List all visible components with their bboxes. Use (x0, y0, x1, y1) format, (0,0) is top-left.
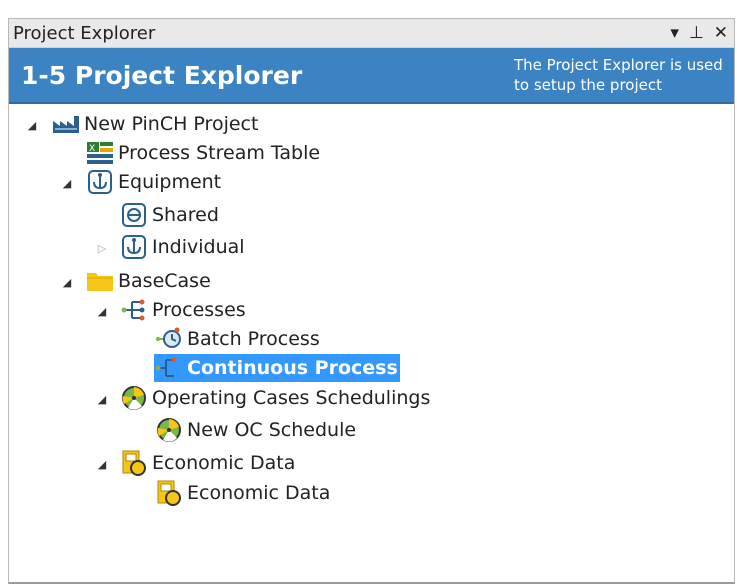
tree-item-basecase[interactable]: BaseCase (85, 266, 211, 296)
batch-process-icon (154, 325, 184, 353)
tree-item-continuous-process[interactable]: Continuous Process (154, 353, 400, 383)
tree-item-label: BaseCase (118, 270, 211, 292)
panel-title: Project Explorer (13, 22, 156, 44)
schedule-icon (154, 416, 184, 444)
tree-item-project[interactable]: New PinCH Project (51, 109, 258, 139)
collapse-toggle-equipment[interactable]: ◢ (61, 177, 73, 190)
panel-controls: ▾ ⊥ ✕ (670, 24, 734, 42)
continuous-process-icon (154, 354, 184, 382)
dropdown-icon[interactable]: ▾ (670, 24, 679, 42)
section-banner: 1-5 Project Explorer The Project Explore… (9, 48, 734, 104)
tree-item-equipment[interactable]: Equipment (85, 167, 221, 197)
tree-item-operating-cases[interactable]: Operating Cases Schedulings (119, 383, 430, 413)
banner-description: The Project Explorer is used to setup th… (514, 56, 723, 94)
shared-equipment-icon (119, 201, 149, 229)
tree-item-label: New PinCH Project (84, 113, 259, 135)
economic-data-icon (154, 479, 184, 507)
tree-item-label: Economic Data (187, 482, 331, 504)
collapse-toggle-operating-cases[interactable]: ◢ (96, 393, 108, 406)
anchor-icon (85, 168, 115, 196)
anchor-icon (119, 233, 149, 261)
tree-item-label: Operating Cases Schedulings (152, 387, 431, 409)
tree-item-batch-process[interactable]: Batch Process (154, 324, 320, 354)
tree-item-label: Process Stream Table (118, 142, 321, 164)
expand-toggle-individual[interactable]: ▷ (96, 242, 108, 255)
tree-item-new-oc-schedule[interactable]: New OC Schedule (154, 415, 356, 445)
tree-item-individual[interactable]: Individual (119, 232, 245, 262)
process-flow-icon (119, 296, 149, 324)
project-explorer-panel: Project Explorer ▾ ⊥ ✕ 1-5 Project Explo… (8, 18, 735, 584)
table-icon: X (85, 139, 115, 167)
factory-icon (51, 110, 81, 138)
collapse-toggle-economic-data[interactable]: ◢ (96, 458, 108, 471)
selection-highlight: Continuous Process (154, 354, 400, 382)
pin-icon[interactable]: ⊥ (689, 24, 704, 42)
tree-item-label: Individual (152, 236, 245, 258)
banner-title: 1-5 Project Explorer (21, 60, 303, 90)
tree-item-label: Batch Process (187, 328, 320, 350)
collapse-toggle-basecase[interactable]: ◢ (61, 276, 73, 289)
tree-item-label: Economic Data (152, 452, 296, 474)
close-icon[interactable]: ✕ (714, 24, 728, 42)
svg-text:X: X (89, 144, 95, 154)
schedule-icon (119, 384, 149, 412)
tree-item-shared[interactable]: Shared (119, 200, 219, 230)
tree-item-label: Equipment (118, 171, 222, 193)
folder-icon (85, 267, 115, 295)
tree-item-label: Shared (152, 204, 219, 226)
tree-item-label: New OC Schedule (187, 419, 357, 441)
tree-item-economic-data[interactable]: Economic Data (154, 478, 330, 508)
tree-item-economic-data-folder[interactable]: Economic Data (119, 448, 295, 478)
tree-item-label: Continuous Process (187, 357, 398, 379)
tree-item-label: Processes (152, 299, 246, 321)
economic-data-icon (119, 449, 149, 477)
tree-item-process-stream-table[interactable]: X Process Stream Table (85, 138, 320, 168)
collapse-toggle-project[interactable]: ◢ (26, 119, 38, 132)
panel-titlebar: Project Explorer ▾ ⊥ ✕ (9, 19, 734, 48)
tree-item-processes[interactable]: Processes (119, 295, 246, 325)
collapse-toggle-processes[interactable]: ◢ (96, 305, 108, 318)
